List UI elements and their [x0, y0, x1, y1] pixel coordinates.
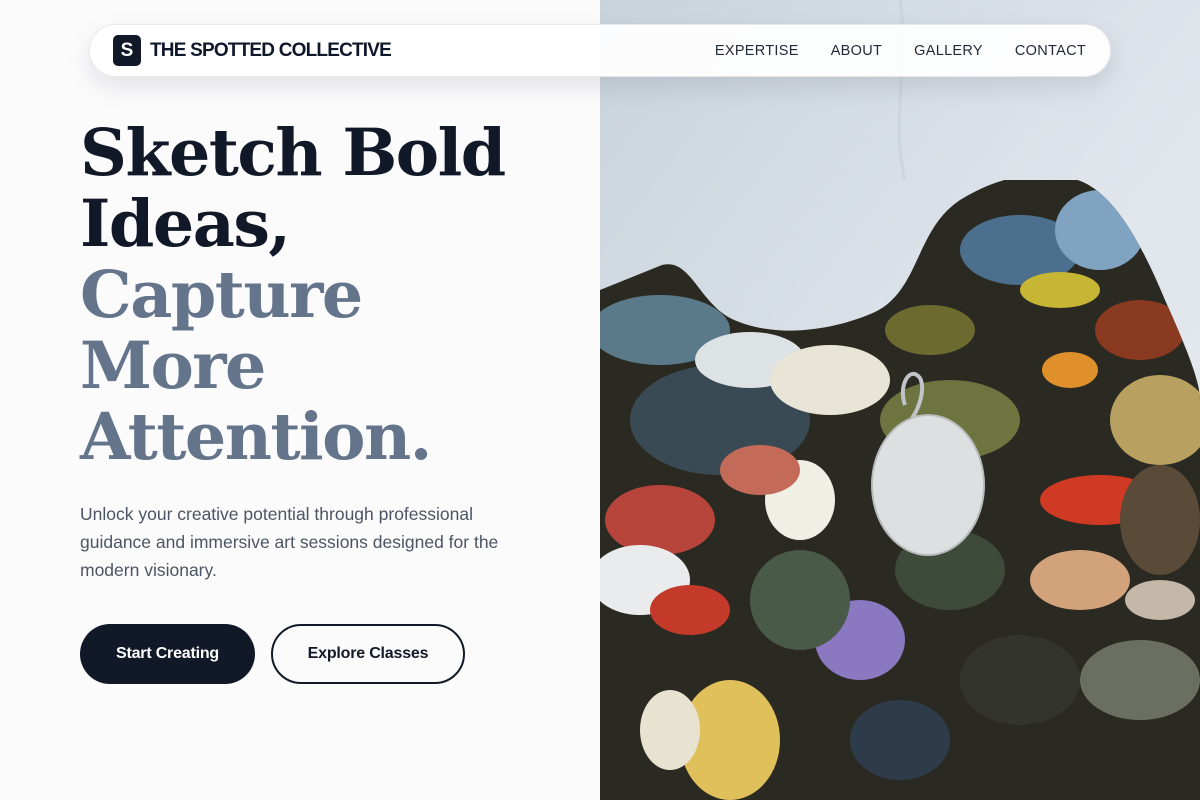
explore-classes-button[interactable]: Explore Classes — [271, 624, 465, 684]
headline-line: More — [80, 328, 266, 404]
nav-link-gallery[interactable]: GALLERY — [914, 43, 983, 59]
brand-name: THE SPOTTED COLLECTIVE — [150, 39, 392, 61]
nav-links: EXPERTISE ABOUT GALLERY CONTACT — [715, 43, 1086, 59]
headline-line: Attention. — [80, 399, 432, 475]
start-creating-button[interactable]: Start Creating — [80, 624, 255, 684]
hero-headline: Sketch Bold Ideas, Capture More Attentio… — [80, 115, 506, 475]
nav-link-expertise[interactable]: EXPERTISE — [715, 43, 799, 59]
headline-line: Ideas, — [80, 186, 291, 262]
hero-subtitle: Unlock your creative potential through p… — [80, 504, 499, 580]
nav-link-about[interactable]: ABOUT — [831, 43, 882, 59]
brand-logo[interactable]: S THE SPOTTED COLLECTIVE — [113, 35, 392, 66]
paint-palette-image — [600, 0, 1200, 800]
nav-link-contact[interactable]: CONTACT — [1015, 43, 1086, 59]
top-navbar: S THE SPOTTED COLLECTIVE EXPERTISE ABOUT… — [89, 24, 1111, 77]
hero-image — [600, 0, 1200, 800]
brand-mark-icon: S — [113, 35, 141, 66]
headline-line: Capture — [80, 257, 363, 333]
headline-line: Sketch Bold — [80, 115, 506, 191]
